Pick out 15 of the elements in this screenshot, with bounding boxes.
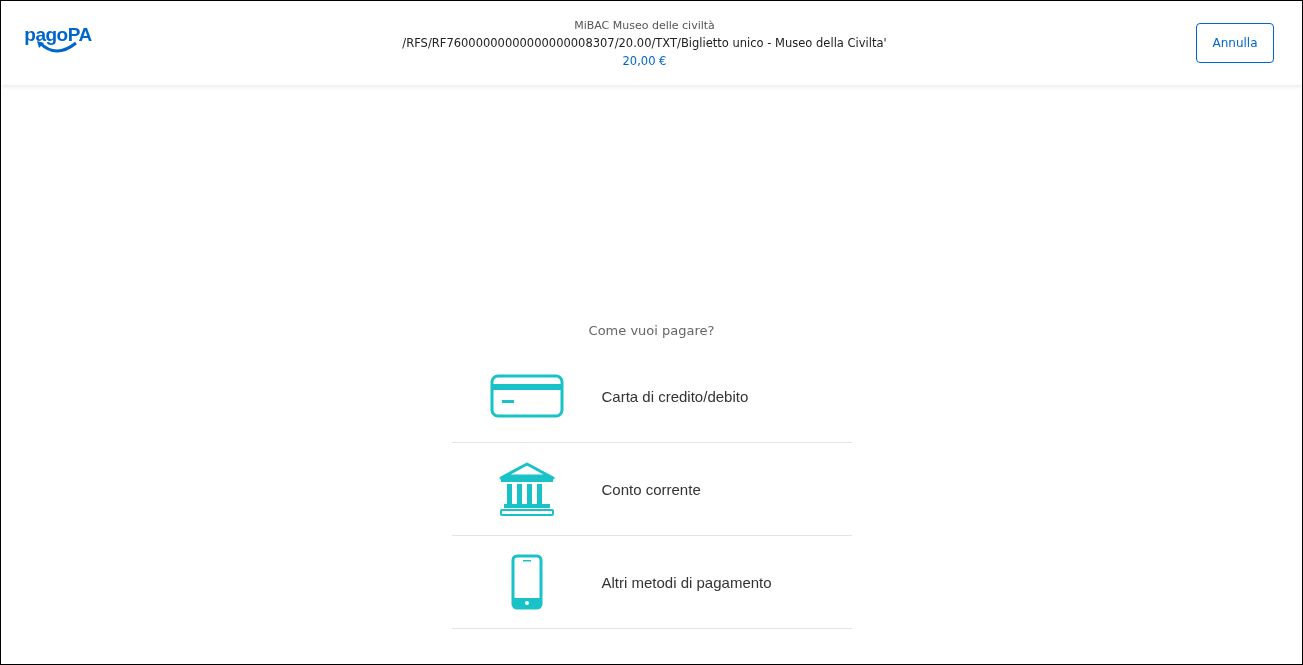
payment-amount: 20,00 € bbox=[622, 53, 667, 68]
payment-reference: /RFS/RF76000000000000000008307/20.00/TXT/Biglietto unico - Museo della Civilta' bbox=[402, 35, 887, 50]
logo-text: pagoPA bbox=[24, 25, 92, 45]
payment-method-item[interactable]: Carta di credito/debito bbox=[451, 350, 852, 443]
payment-method-item[interactable]: Conto corrente bbox=[451, 443, 852, 536]
payment-method-label: Altri metodi di pagamento bbox=[601, 573, 772, 591]
credit-card-icon bbox=[489, 374, 564, 418]
merchant-name: MiBAC Museo delle civiltà bbox=[574, 18, 715, 32]
question-text: Come vuoi pagare? bbox=[588, 323, 715, 338]
cancel-button[interactable]: Annulla bbox=[1196, 23, 1274, 63]
payment-method-label: Carta di credito/debito bbox=[601, 387, 749, 405]
smartphone-icon bbox=[510, 554, 543, 610]
payment-method-item[interactable]: Altri metodi di pagamento bbox=[451, 536, 852, 629]
payment-method-label: Conto corrente bbox=[601, 480, 701, 498]
bank-icon bbox=[497, 462, 556, 516]
